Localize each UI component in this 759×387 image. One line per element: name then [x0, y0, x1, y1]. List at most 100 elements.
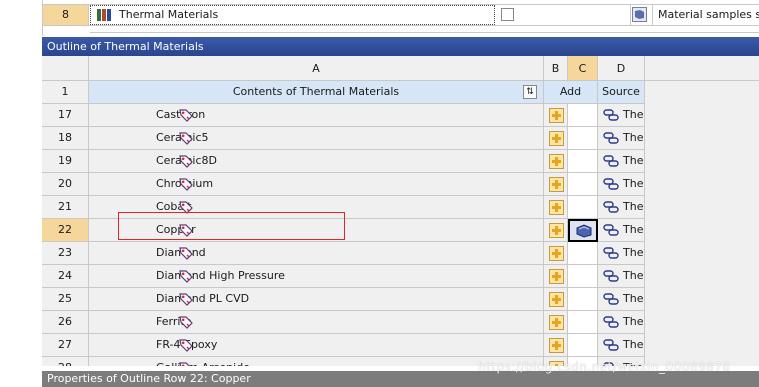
source-cell[interactable]: The — [598, 219, 645, 242]
table-row[interactable]: 25 Diamond PL CVD The — [42, 288, 759, 311]
status-cell[interactable] — [568, 196, 598, 219]
add-cell[interactable] — [544, 242, 568, 265]
add-cell[interactable] — [544, 150, 568, 173]
add-plus-icon[interactable] — [549, 108, 564, 123]
add-plus-icon[interactable] — [549, 338, 564, 353]
add-cell[interactable] — [544, 357, 568, 366]
table-row[interactable]: 26 Ferrite The — [42, 311, 759, 334]
source-cell[interactable]: The — [598, 242, 645, 265]
source-cell[interactable]: The — [598, 127, 645, 150]
material-name-cell[interactable]: Chromium — [89, 173, 544, 196]
add-cell[interactable] — [544, 173, 568, 196]
edit-checkbox-cell[interactable] — [496, 5, 631, 25]
table-row[interactable]: 8 Thermal Materials Material samples spe… — [43, 4, 759, 26]
add-plus-icon[interactable] — [549, 292, 564, 307]
contents-header: Contents of Thermal Materials ⇅ — [89, 81, 544, 104]
add-plus-icon[interactable] — [549, 246, 564, 261]
material-name-cell[interactable]: Ceramic5 — [89, 127, 544, 150]
add-cell[interactable] — [544, 104, 568, 127]
table-row[interactable]: 20 Chromium The — [42, 173, 759, 196]
sort-filter-icon[interactable]: ⇅ — [523, 85, 537, 99]
add-plus-icon[interactable] — [549, 177, 564, 192]
outline-grid[interactable]: A B C D 1 Contents of Thermal Materials … — [42, 56, 759, 366]
book-icon[interactable] — [632, 7, 647, 22]
add-cell[interactable] — [544, 196, 568, 219]
table-row[interactable]: 27 FR-4 Epoxy The — [42, 334, 759, 357]
status-cell[interactable] — [568, 311, 598, 334]
status-cell[interactable] — [568, 173, 598, 196]
library-description: Material samples specific for use in a t… — [652, 5, 759, 25]
source-cell[interactable]: The — [598, 265, 645, 288]
library-location-cell[interactable] — [632, 5, 650, 25]
table-row[interactable]: 22 Copper The — [42, 219, 759, 242]
material-name-cell[interactable]: Cast Iron — [89, 104, 544, 127]
material-name-cell[interactable]: Diamond — [89, 242, 544, 265]
material-tag-icon — [179, 362, 190, 366]
add-plus-icon[interactable] — [549, 223, 564, 238]
material-name-cell[interactable]: Gallium Arsenide — [89, 357, 544, 366]
book-icon — [576, 224, 592, 238]
add-plus-icon[interactable] — [549, 269, 564, 284]
material-name-cell[interactable]: Copper — [89, 219, 544, 242]
column-header-d[interactable]: D — [598, 56, 645, 81]
status-cell[interactable] — [568, 265, 598, 288]
added-material-cell[interactable] — [568, 219, 598, 242]
material-name-cell[interactable]: Ceramic8D — [89, 150, 544, 173]
row-number: 19 — [42, 150, 89, 173]
row-spacer — [645, 150, 759, 173]
link-icon — [603, 178, 619, 190]
table-row[interactable]: 19 Ceramic8D The — [42, 150, 759, 173]
material-name-cell[interactable]: Cobalt — [89, 196, 544, 219]
material-name-cell[interactable]: FR-4 Epoxy — [89, 334, 544, 357]
column-header-c[interactable]: C — [568, 56, 598, 81]
table-row[interactable]: 24 Diamond High Pressure The — [42, 265, 759, 288]
add-cell[interactable] — [544, 311, 568, 334]
add-plus-icon[interactable] — [549, 154, 564, 169]
row-number: 22 — [42, 219, 89, 242]
add-plus-icon[interactable] — [549, 315, 564, 330]
status-cell[interactable] — [568, 288, 598, 311]
column-header-b[interactable]: B — [544, 56, 568, 81]
add-cell[interactable] — [544, 127, 568, 150]
status-cell[interactable] — [568, 150, 598, 173]
status-cell[interactable] — [568, 127, 598, 150]
empty-column-header — [645, 56, 759, 81]
add-plus-icon[interactable] — [549, 361, 564, 366]
material-tag-icon — [179, 155, 193, 168]
material-library-cell[interactable]: Thermal Materials — [90, 5, 495, 25]
material-tag-icon — [179, 132, 193, 145]
table-row[interactable]: 21 Cobalt The — [42, 196, 759, 219]
source-cell[interactable]: The — [598, 357, 645, 366]
add-plus-icon[interactable] — [549, 200, 564, 215]
add-cell[interactable] — [544, 219, 568, 242]
source-cell[interactable]: The — [598, 334, 645, 357]
source-cell[interactable]: The — [598, 196, 645, 219]
source-cell[interactable]: The — [598, 288, 645, 311]
contents-header-label: Contents of Thermal Materials — [232, 85, 400, 98]
row-spacer — [645, 81, 759, 104]
add-cell[interactable] — [544, 334, 568, 357]
add-cell[interactable] — [544, 288, 568, 311]
row-number: 21 — [42, 196, 89, 219]
material-name-cell[interactable]: Ferrite — [89, 311, 544, 334]
material-name-cell[interactable]: Diamond High Pressure — [89, 265, 544, 288]
table-row[interactable]: 18 Ceramic5 The — [42, 127, 759, 150]
source-cell[interactable]: The — [598, 173, 645, 196]
source-cell[interactable]: The — [598, 311, 645, 334]
status-cell[interactable] — [568, 104, 598, 127]
material-name-cell[interactable]: Diamond PL CVD — [89, 288, 544, 311]
edit-checkbox[interactable] — [501, 8, 514, 21]
add-cell[interactable] — [544, 265, 568, 288]
table-row[interactable]: 23 Diamond The — [42, 242, 759, 265]
source-cell[interactable]: The — [598, 104, 645, 127]
source-cell[interactable]: The — [598, 150, 645, 173]
table-row[interactable]: 17 Cast Iron The — [42, 104, 759, 127]
link-icon — [603, 224, 619, 236]
status-cell[interactable] — [568, 357, 598, 366]
table-row[interactable]: 28 Gallium Arsenide The — [42, 357, 759, 366]
status-cell[interactable] — [568, 334, 598, 357]
column-header-a[interactable]: A — [89, 56, 544, 81]
material-tag-icon — [179, 178, 193, 191]
add-plus-icon[interactable] — [549, 131, 564, 146]
status-cell[interactable] — [568, 242, 598, 265]
